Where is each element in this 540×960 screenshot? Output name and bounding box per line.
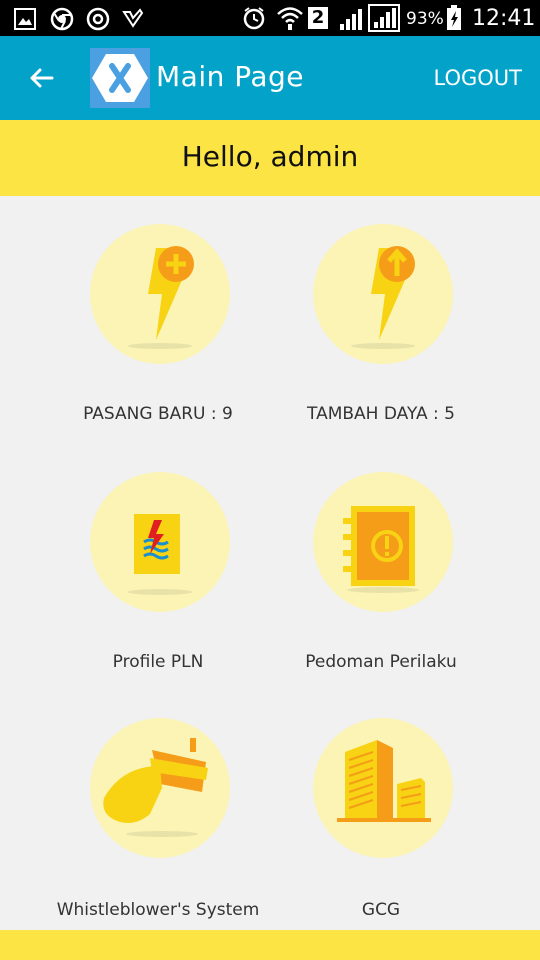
chrome-icon (50, 7, 74, 31)
menu-icon-circle (313, 718, 453, 858)
menu-icon-circle (313, 472, 453, 612)
page-title: Main Page (156, 60, 305, 93)
status-bar: 2 93% 12:41 (0, 0, 540, 36)
battery-percent: 93% (406, 9, 444, 29)
menu-item-whistleblower[interactable]: Whistleblower's System (28, 718, 288, 948)
menu-label: Pedoman Perilaku (305, 652, 457, 672)
app-logo-icon (90, 48, 150, 108)
alarm-icon (243, 7, 265, 30)
menu-item-tambah-daya[interactable]: TAMBAH DAYA : 5 (251, 224, 511, 454)
back-arrow-icon[interactable] (22, 58, 62, 98)
battery-charging-icon (447, 5, 461, 30)
menu-icon-circle (90, 718, 230, 858)
whistle-icon (103, 738, 208, 837)
signal-2-icon (368, 4, 400, 32)
menu-item-profile-pln[interactable]: Profile PLN (28, 472, 288, 702)
lightning-plus-icon (128, 246, 194, 349)
menu-item-gcg[interactable]: GCG (251, 718, 511, 948)
pln-logo-icon (128, 514, 192, 595)
menu-icon-circle (90, 472, 230, 612)
menu-icon-circle (313, 224, 453, 364)
menu-label: Whistleblower's System (56, 900, 260, 920)
wifi-icon (277, 7, 303, 30)
menu-icon-circle (90, 224, 230, 364)
check-notification-icon (122, 8, 144, 28)
menu-label: Profile PLN (112, 652, 204, 672)
menu-label: PASANG BARU : 9 (83, 404, 233, 424)
greeting-text: Hello, admin (181, 140, 359, 173)
bottom-bar (0, 930, 540, 960)
buildings-icon (337, 740, 431, 822)
clock: 12:41 (472, 6, 536, 31)
lightning-up-arrow-icon (351, 246, 415, 349)
gallery-icon (14, 8, 36, 30)
notebook-icon (343, 506, 419, 593)
app-bar: Main Page LOGOUT (0, 36, 540, 120)
logout-button[interactable]: LOGOUT (434, 66, 522, 90)
sim-slot-badge: 2 (308, 7, 328, 29)
menu-label: GCG (361, 900, 401, 920)
menu-label: TAMBAH DAYA : 5 (307, 404, 455, 424)
sync-icon (86, 7, 110, 31)
greeting-banner: Hello, admin (0, 120, 540, 196)
signal-1-icon (340, 9, 362, 30)
menu-item-pasang-baru[interactable]: PASANG BARU : 9 (28, 224, 288, 454)
menu-item-pedoman-perilaku[interactable]: Pedoman Perilaku (251, 472, 511, 702)
